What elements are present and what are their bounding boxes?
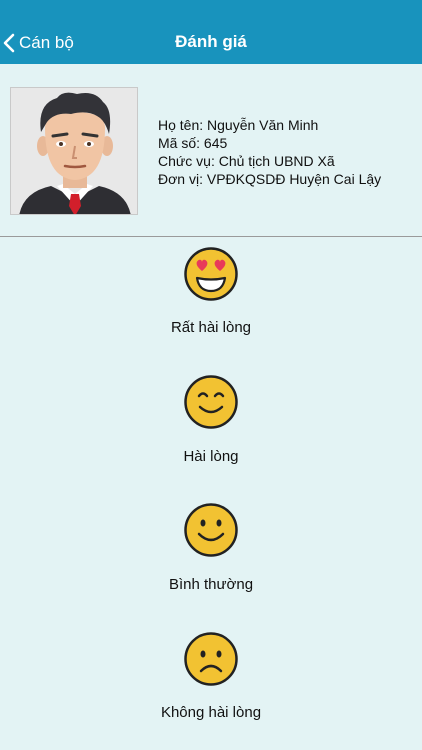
staff-info: Họ tên: Nguyễn Văn Minh Mã số: 645 Chức … <box>158 116 381 188</box>
rating-label: Hài lòng <box>183 448 239 465</box>
heart-eyes-face-icon <box>184 247 238 301</box>
navigation-bar: Cán bộ Đánh giá <box>0 0 422 64</box>
rating-label: Không hài lòng <box>160 704 262 721</box>
staff-position: Chức vụ: Chủ tịch UBND Xã <box>158 153 335 169</box>
staff-unit: Đơn vị: VPĐKQSDĐ Huyện Cai Lậy <box>158 171 382 187</box>
rating-label: Rất hài lòng <box>170 319 252 336</box>
staff-name: Họ tên: Nguyễn Văn Minh <box>158 117 319 133</box>
divider <box>0 236 422 237</box>
smile-face-icon <box>184 503 238 557</box>
rating-neutral[interactable]: Bình thường <box>0 503 422 599</box>
rating-label: Bình thường <box>168 576 254 593</box>
rating-unsatisfied[interactable]: Không hài lòng <box>0 632 422 728</box>
rating-very-satisfied[interactable]: Rất hài lòng <box>0 247 422 343</box>
sad-face-icon <box>184 632 238 686</box>
page-title: Đánh giá <box>175 32 247 51</box>
rating-satisfied[interactable]: Hài lòng <box>0 375 422 471</box>
happy-face-icon <box>184 375 238 429</box>
staff-code: Mã số: 645 <box>158 135 228 151</box>
avatar <box>10 87 138 215</box>
staff-profile: Họ tên: Nguyễn Văn Minh Mã số: 645 Chức … <box>0 64 422 236</box>
